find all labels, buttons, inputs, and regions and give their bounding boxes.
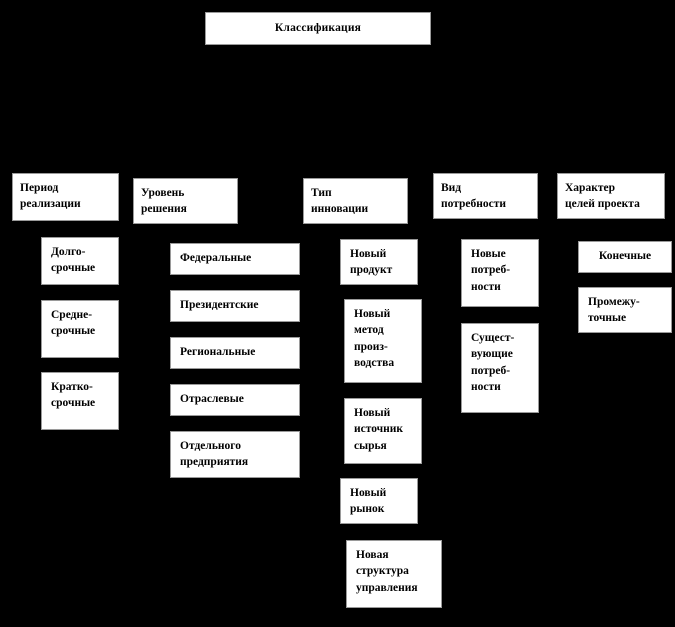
leaf-node-kratkosrochnye[interactable]: Кратко- срочные [41,372,119,430]
leaf-node-label: Промежу- точные [588,296,640,325]
category-header-label: Уровень решения [141,187,187,216]
leaf-node-novyi-produkt[interactable]: Новый продукт [340,239,418,285]
leaf-node-label: Региональные [180,346,256,358]
leaf-node-dolgosrochnye[interactable]: Долго- срочные [41,237,119,285]
leaf-node-novyi-istochnik-syrya[interactable]: Новый источник сырья [344,398,422,464]
leaf-node-novye-potrebnosti[interactable]: Новые потреб- ности [461,239,539,307]
leaf-node-novaya-struktura-upravleniya[interactable]: Новая структура управления [346,540,442,608]
category-header-period-realizacii[interactable]: Период реализации [12,173,119,221]
root-node-label: Классификация [274,22,362,34]
leaf-node-promezhutochnye[interactable]: Промежу- точные [578,287,672,333]
leaf-node-otdelnogo-predpriyatiya[interactable]: Отдельного предприятия [170,431,300,478]
leaf-node-otraslevye[interactable]: Отраслевые [170,384,300,416]
connector-bus [65,105,610,106]
leaf-node-novyi-rynok[interactable]: Новый рынок [340,478,418,524]
leaf-node-label: Новая структура управления [356,549,418,594]
leaf-node-label: Отраслевые [180,393,244,405]
connector-col-2 [352,105,353,178]
leaf-node-label: Кратко- срочные [51,381,96,410]
category-header-label: Характер целей проекта [565,182,640,211]
leaf-node-label: Новый продукт [350,248,393,277]
classification-tree-diagram: Классификация Период реализации Долго- с… [0,0,675,627]
leaf-node-label: Средне- срочные [51,309,96,338]
leaf-node-federalnye[interactable]: Федеральные [170,243,300,275]
category-header-label: Вид потребности [441,182,507,211]
leaf-node-label: Долго- срочные [51,246,96,275]
leaf-node-label: Федеральные [180,252,252,264]
category-header-uroven-resheniya[interactable]: Уровень решения [133,178,238,224]
leaf-node-konechnye[interactable]: Конечные [578,241,672,273]
leaf-node-label: Президентские [180,299,259,311]
category-header-label: Период реализации [20,182,81,211]
leaf-node-label: Отдельного предприятия [180,440,249,469]
connector-root-stem [317,45,318,105]
connector-col-0 [65,105,66,173]
connector-col-1 [185,105,186,178]
leaf-node-srednesrochnye[interactable]: Средне- срочные [41,300,119,358]
leaf-node-regionalnye[interactable]: Региональные [170,337,300,369]
leaf-node-label: Конечные [598,250,652,262]
root-node-classification[interactable]: Классификация [205,12,431,45]
leaf-node-label: Новый источник сырья [354,407,404,452]
connector-col-4 [610,105,611,173]
leaf-node-label: Новый рынок [350,487,387,516]
leaf-node-novyi-metod-proizvodstva[interactable]: Новый метод произ- водства [344,299,422,383]
leaf-node-prezidentskie[interactable]: Президентские [170,290,300,322]
leaf-node-label: Сущест- вующие потреб- ности [471,332,515,393]
connector-col-3 [485,105,486,173]
category-header-label: Тип инновации [311,187,369,216]
category-header-vid-potrebnosti[interactable]: Вид потребности [433,173,538,219]
leaf-node-sushchestvuyushchie-potrebnosti[interactable]: Сущест- вующие потреб- ности [461,323,539,413]
leaf-node-label: Новые потреб- ности [471,248,511,293]
leaf-node-label: Новый метод произ- водства [354,308,395,369]
category-header-tip-innovacii[interactable]: Тип инновации [303,178,408,224]
category-header-harakter-celei-proekta[interactable]: Характер целей проекта [557,173,665,219]
